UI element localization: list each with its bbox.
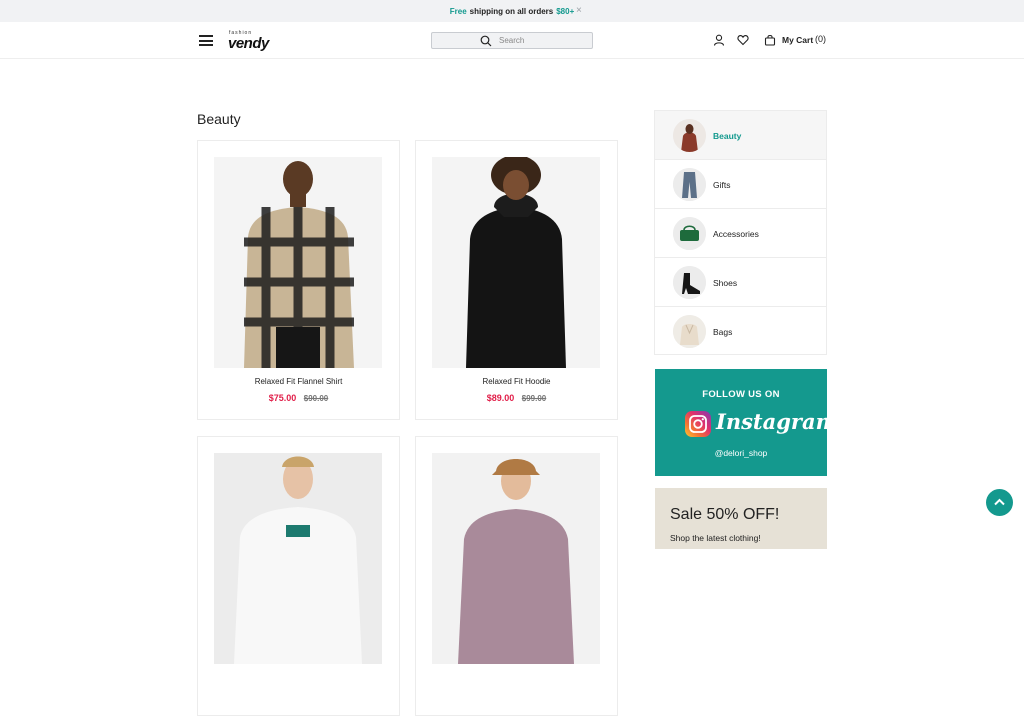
search-input[interactable]: Search — [431, 32, 593, 49]
sale-banner[interactable]: Sale 50% OFF! Shop the latest clothing! — [655, 488, 827, 549]
product-old-price: $90.00 — [303, 394, 329, 403]
bag-icon[interactable] — [764, 34, 776, 46]
product-price: $89.00 — [486, 393, 515, 403]
logo[interactable]: fashion vendy — [228, 28, 278, 52]
category-thumbnail — [673, 217, 706, 250]
product-image[interactable] — [214, 453, 382, 664]
product-prices: $75.00 $90.00 — [198, 393, 399, 403]
scroll-to-top-button[interactable] — [986, 489, 1013, 516]
sale-subline: Shop the latest clothing! — [670, 533, 761, 543]
category-thumbnail — [673, 266, 706, 299]
instagram-banner[interactable]: FOLLOW US ON Instagram @delori_shop — [655, 369, 838, 476]
chevron-up-icon — [994, 498, 1005, 506]
product-card[interactable] — [197, 436, 400, 716]
product-name[interactable]: Relaxed Fit Flannel Shirt — [198, 377, 399, 386]
category-label: Accessories — [713, 229, 759, 239]
announcement-bar: Free shipping on all orders $80+ × — [0, 0, 1024, 22]
announcement-text: shipping on all orders — [469, 6, 554, 16]
heart-icon[interactable] — [737, 34, 749, 46]
sale-headline: Sale 50% OFF! — [670, 506, 780, 523]
instagram-wordmark: Instagram — [716, 409, 838, 434]
cart-link[interactable]: My Cart — [782, 35, 813, 45]
product-image[interactable] — [432, 453, 600, 664]
menu-icon[interactable] — [199, 35, 213, 46]
category-item-accessories[interactable]: Accessories — [655, 209, 826, 258]
announcement-amount: $80+ — [556, 6, 575, 16]
product-prices — [198, 689, 399, 699]
product-image[interactable] — [432, 157, 600, 368]
user-icon[interactable] — [713, 34, 725, 46]
product-card[interactable]: Relaxed Fit Flannel Shirt $75.00 $90.00 — [197, 140, 400, 420]
page-title: Beauty — [197, 111, 241, 127]
category-item-shoes[interactable]: Shoes — [655, 258, 826, 307]
close-icon[interactable]: × — [576, 5, 582, 16]
product-price: $75.00 — [268, 393, 297, 403]
category-list: Beauty Gifts Accessories Shoes Bags — [654, 110, 827, 355]
category-item-gifts[interactable]: Gifts — [655, 160, 826, 209]
category-label: Beauty — [713, 131, 742, 141]
product-prices — [416, 689, 617, 699]
instagram-follow-text: FOLLOW US ON — [702, 389, 780, 400]
product-prices: $89.00 $99.00 — [416, 393, 617, 403]
product-card[interactable] — [415, 436, 618, 716]
category-label: Shoes — [713, 278, 738, 288]
category-label: Gifts — [713, 180, 731, 190]
instagram-icon — [685, 411, 711, 437]
category-label: Bags — [713, 327, 733, 337]
product-old-price: $99.00 — [521, 394, 547, 403]
instagram-handle[interactable]: @delori_shop — [655, 448, 827, 458]
logo-wordmark: vendy — [228, 35, 269, 52]
site-header: fashion vendy Search My Cart (0) — [0, 22, 1024, 59]
announcement-prefix: Free — [449, 6, 467, 16]
category-item-bags[interactable]: Bags — [655, 307, 826, 356]
product-name[interactable]: Relaxed Fit Hoodie — [416, 377, 617, 386]
product-image[interactable] — [214, 157, 382, 368]
cart-count: (0) — [815, 34, 826, 44]
category-item-beauty[interactable]: Beauty — [655, 111, 826, 160]
search-placeholder: Search — [499, 36, 525, 45]
category-thumbnail — [673, 119, 706, 152]
search-icon — [480, 35, 492, 47]
category-thumbnail — [673, 315, 706, 348]
product-card[interactable]: Relaxed Fit Hoodie $89.00 $99.00 — [415, 140, 618, 420]
category-thumbnail — [673, 168, 706, 201]
